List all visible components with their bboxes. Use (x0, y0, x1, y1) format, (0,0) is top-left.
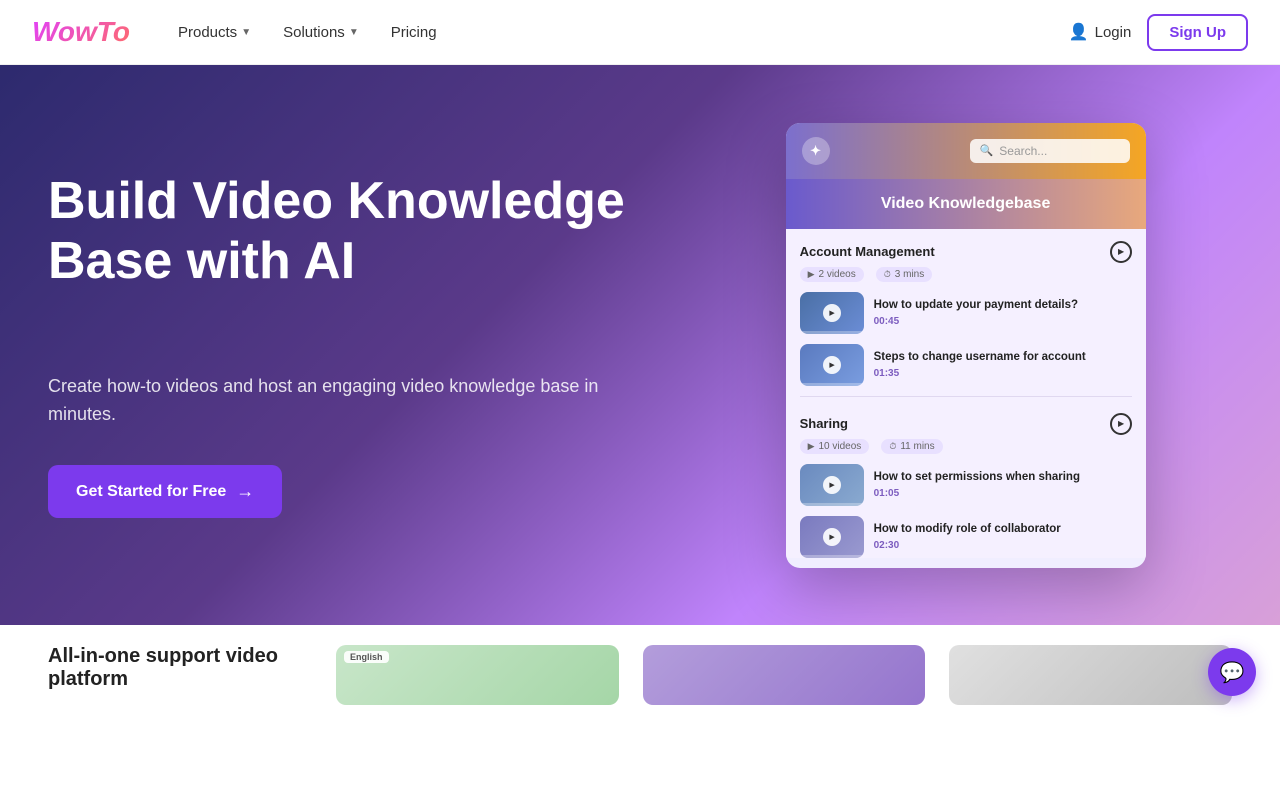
video-duration: 01:35 (874, 368, 1132, 379)
nav-products[interactable]: Products ▼ (178, 24, 251, 41)
video-title: Steps to change username for account (874, 350, 1132, 365)
demo-widget: ✦ 🔍 Search... Video Knowledgebase Accoun… (786, 123, 1146, 568)
bottom-card (949, 645, 1232, 705)
video-duration: 02:30 (874, 540, 1132, 551)
section-divider (800, 396, 1132, 397)
navbar: WowTo Products ▼ Solutions ▼ Pricing 👤 L… (0, 0, 1280, 65)
video-title: How to update your payment details? (874, 298, 1132, 313)
thumb-play-icon: ▶ (823, 476, 841, 494)
demo-widget-container: ✦ 🔍 Search... Video Knowledgebase Accoun… (699, 123, 1232, 568)
section-header: Account Management ▶ (800, 241, 1132, 263)
video-duration: 00:45 (874, 316, 1132, 327)
videos-count-badge: ▶ 10 videos (800, 439, 870, 454)
section-header: Sharing ▶ (800, 413, 1132, 435)
section-meta: ▶ 2 videos ⏱ 3 mins (800, 267, 1132, 282)
bottom-card (643, 645, 926, 705)
nav-solutions[interactable]: Solutions ▼ (283, 24, 359, 41)
video-thumbnail: ▶ (800, 516, 864, 558)
navbar-actions: 👤 Login Sign Up (1069, 14, 1248, 51)
signup-button[interactable]: Sign Up (1147, 14, 1248, 51)
logo[interactable]: WowTo (32, 16, 130, 48)
clock-icon: ⏱ (889, 441, 896, 452)
bottom-section: All-in-one support video platform Englis… (0, 625, 1280, 720)
hero-title: Build Video Knowledge Base with AI (48, 172, 659, 292)
video-info: How to modify role of collaborator 02:30 (874, 522, 1132, 551)
video-thumbnail: ▶ (800, 292, 864, 334)
hero-subtitle: Create how-to videos and host an engagin… (48, 372, 659, 430)
widget-body: Account Management ▶ ▶ 2 videos ⏱ 3 mins (786, 229, 1146, 558)
hero-section: Build Video Knowledge Base with AI Creat… (0, 65, 1280, 625)
video-title: How to modify role of collaborator (874, 522, 1132, 537)
video-item[interactable]: ▶ How to update your payment details? 00… (800, 292, 1132, 334)
video-info: How to update your payment details? 00:4… (874, 298, 1132, 327)
video-duration: 01:05 (874, 488, 1132, 499)
video-thumbnail: ▶ (800, 344, 864, 386)
video-item[interactable]: ▶ How to modify role of collaborator 02:… (800, 516, 1132, 558)
video-item[interactable]: ▶ Steps to change username for account 0… (800, 344, 1132, 386)
widget-title-bar: Video Knowledgebase (786, 179, 1146, 229)
bottom-card: English (336, 645, 619, 705)
widget-title: Video Knowledgebase (881, 195, 1051, 212)
video-title: How to set permissions when sharing (874, 470, 1132, 485)
widget-logo: ✦ (802, 137, 830, 165)
chevron-down-icon: ▼ (241, 27, 251, 38)
bottom-left: All-in-one support video platform (48, 645, 288, 691)
bottom-cards: English (336, 645, 1232, 705)
time-badge: ⏱ 3 mins (876, 267, 932, 282)
time-badge: ⏱ 11 mins (881, 439, 942, 454)
section-title: Sharing (800, 416, 848, 431)
hero-left: Build Video Knowledge Base with AI Creat… (48, 172, 699, 518)
section-title: Account Management (800, 244, 935, 259)
video-info: How to set permissions when sharing 01:0… (874, 470, 1132, 499)
user-icon: 👤 (1069, 22, 1089, 42)
chevron-down-icon: ▼ (349, 27, 359, 38)
cta-button[interactable]: Get Started for Free → (48, 465, 282, 518)
video-icon: ▶ (808, 269, 815, 280)
thumb-play-icon: ▶ (823, 528, 841, 546)
nav-links: Products ▼ Solutions ▼ Pricing (178, 24, 1069, 41)
widget-section-sharing: Sharing ▶ ▶ 10 videos ⏱ 11 mins (786, 401, 1146, 558)
clock-icon: ⏱ (884, 269, 891, 280)
chat-button[interactable]: 💬 (1208, 648, 1256, 696)
language-badge: English (344, 651, 389, 663)
login-button[interactable]: 👤 Login (1069, 22, 1132, 42)
play-icon: ▶ (1118, 419, 1124, 428)
section-meta: ▶ 10 videos ⏱ 11 mins (800, 439, 1132, 454)
thumb-play-icon: ▶ (823, 304, 841, 322)
videos-count-badge: ▶ 2 videos (800, 267, 864, 282)
search-icon: 🔍 (980, 144, 994, 157)
bottom-title: All-in-one support video platform (48, 645, 288, 691)
video-info: Steps to change username for account 01:… (874, 350, 1132, 379)
widget-section-account: Account Management ▶ ▶ 2 videos ⏱ 3 mins (786, 229, 1146, 386)
video-icon: ▶ (808, 441, 815, 452)
section-play-button[interactable]: ▶ (1110, 413, 1132, 435)
chat-icon: 💬 (1220, 660, 1245, 685)
thumb-play-icon: ▶ (823, 356, 841, 374)
play-icon: ▶ (1118, 247, 1124, 256)
widget-header: ✦ 🔍 Search... (786, 123, 1146, 179)
section-play-button[interactable]: ▶ (1110, 241, 1132, 263)
arrow-icon: → (236, 481, 254, 502)
video-item[interactable]: ▶ How to set permissions when sharing 01… (800, 464, 1132, 506)
video-thumbnail: ▶ (800, 464, 864, 506)
widget-search[interactable]: 🔍 Search... (970, 139, 1130, 163)
nav-pricing[interactable]: Pricing (391, 24, 437, 41)
